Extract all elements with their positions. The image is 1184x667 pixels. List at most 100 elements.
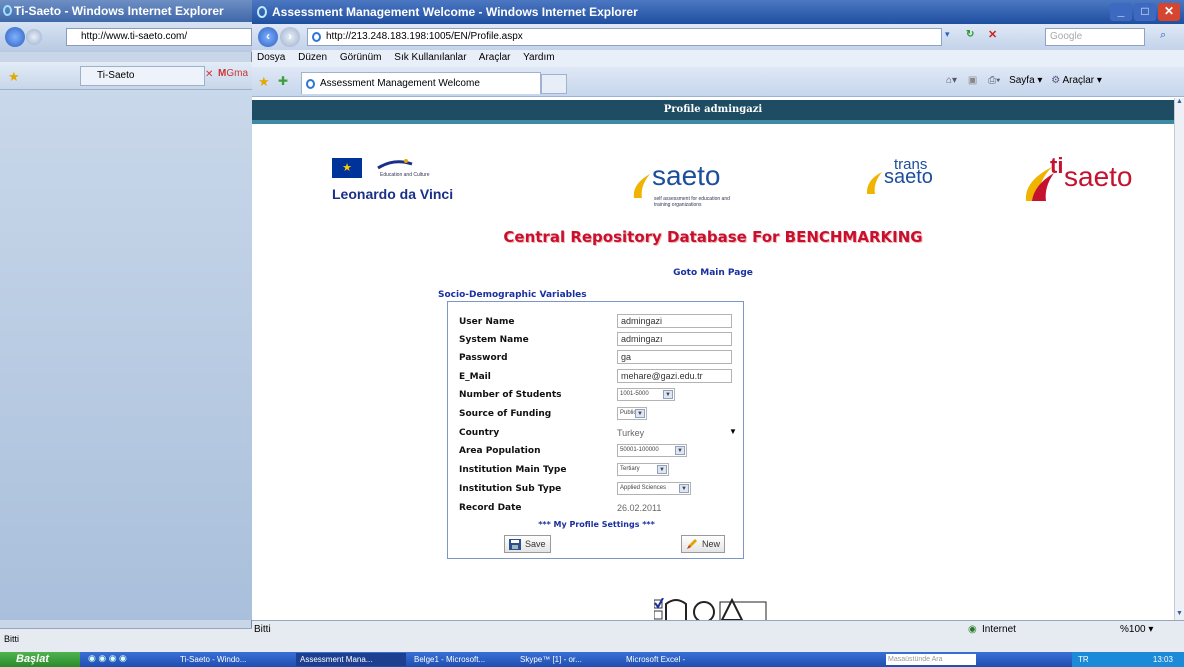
save-button[interactable]: Save — [504, 535, 551, 553]
minimize-button[interactable]: _ — [1110, 3, 1132, 21]
chevron-down-icon: ▼ — [679, 484, 689, 493]
desktop-search-input[interactable]: Masaüstünde Ara — [886, 654, 976, 665]
background-window-titlebar[interactable]: Ti-Saeto - Windows Internet Explorer — [0, 0, 252, 22]
sub-type-select[interactable]: Applied Sciences ▼ — [617, 482, 691, 495]
taskbar-item-label: Ti-Saeto - Windo... — [180, 655, 247, 664]
taskbar-item-word[interactable]: Belge1 - Microsoft... — [414, 653, 514, 666]
background-tab-tisaeto[interactable]: Ti-Saeto — [80, 66, 205, 86]
zoom-control[interactable]: %100 ▾ — [1120, 624, 1153, 635]
trans-saeto-wordmark: saeto — [884, 166, 933, 188]
country-select[interactable]: Turkey — [617, 428, 644, 438]
add-favorite-icon[interactable]: ✚ — [278, 74, 288, 88]
menu-file[interactable]: Dosya — [257, 52, 285, 63]
search-input[interactable]: Google — [1045, 28, 1145, 46]
menu-bar: Dosya Düzen Görünüm Sık Kullanılanlar Ar… — [252, 50, 1184, 67]
forward-button[interactable]: › — [280, 27, 300, 47]
main-type-value: Tertiary — [620, 466, 640, 472]
students-select[interactable]: 1001-5000 ▼ — [617, 388, 675, 401]
close-tab-icon[interactable]: ✕ — [205, 69, 213, 80]
page-menu[interactable]: Sayfa ▾ — [1009, 75, 1042, 86]
funding-select[interactable]: Public ▼ — [617, 407, 647, 420]
goto-main-page-link[interactable]: Goto Main Page — [252, 268, 1174, 278]
back-icon[interactable] — [5, 27, 25, 47]
vertical-scrollbar[interactable]: ▲ ▼ — [1174, 98, 1184, 620]
population-select[interactable]: 50001-100000 ▼ — [617, 444, 687, 457]
menu-help[interactable]: Yardım — [523, 52, 555, 63]
main-type-label: Institution Main Type — [459, 465, 567, 475]
save-label: Save — [525, 539, 546, 549]
clock[interactable]: 13:03 — [1153, 655, 1173, 664]
students-label: Number of Students — [459, 390, 562, 400]
password-label: Password — [459, 353, 508, 363]
maximize-button[interactable]: □ — [1134, 3, 1156, 21]
print-icon[interactable]: ⎙▾ — [988, 75, 1000, 86]
back-button[interactable]: ‹ — [258, 27, 278, 47]
record-date-label: Record Date — [459, 503, 522, 513]
tools-menu[interactable]: ⚙ Araçlar ▾ — [1051, 75, 1102, 86]
system-name-input[interactable]: admingazı — [617, 332, 732, 346]
saeto-swoosh-icon — [633, 174, 650, 198]
profile-banner: Profile admingazi — [252, 100, 1174, 120]
dropdown-chevron-down-icon[interactable]: ▾ — [945, 29, 961, 45]
profile-settings-title: *** My Profile Settings *** — [538, 520, 655, 529]
web-page: Profile admingazi ★ Education and Cultur… — [252, 98, 1174, 620]
page-title: Central Repository Database For BENCHMAR… — [503, 228, 923, 246]
menu-favorites[interactable]: Sık Kullanılanlar — [394, 52, 466, 63]
menu-tools[interactable]: Araçlar — [479, 52, 511, 63]
user-name-input[interactable]: admingazi — [617, 314, 732, 328]
taskbar-item-excel[interactable]: Microsoft Excel - — [626, 653, 726, 666]
goto-main-page-text: Goto Main Page — [673, 268, 753, 278]
tab-assessment-management[interactable]: Assessment Management Welcome — [301, 72, 541, 94]
taskbar-item-assessment[interactable]: Assessment Mana... — [296, 653, 406, 666]
new-button[interactable]: New — [681, 535, 726, 553]
feeds-icon[interactable]: ▣ — [968, 75, 977, 86]
page-icon — [312, 32, 321, 42]
background-address-field[interactable]: http://www.ti-saeto.com/ — [66, 28, 252, 46]
taskbar-item-tisaeto[interactable]: Ti-Saeto - Windo... — [180, 653, 290, 666]
taskbar-item-skype[interactable]: Skype™ [1] - or... — [520, 653, 620, 666]
refresh-icon[interactable]: ↻ — [966, 29, 974, 40]
start-button[interactable]: Başlat — [0, 652, 80, 667]
ie-icon — [257, 6, 267, 18]
forward-icon[interactable] — [26, 29, 42, 45]
chevron-down-icon: ▼ — [675, 446, 685, 455]
taskbar-item-label: Skype™ [1] - or... — [520, 655, 582, 664]
scroll-up-icon[interactable]: ▲ — [1175, 98, 1184, 108]
main-window-titlebar[interactable]: Assessment Management Welcome - Windows … — [252, 0, 1184, 24]
saeto-wordmark: saeto — [652, 160, 721, 191]
background-status-text: Bitti — [4, 634, 20, 644]
address-field[interactable]: http://213.248.183.198:1005/EN/Profile.a… — [307, 28, 942, 46]
leonardo-name: Leonardo da Vinci — [332, 186, 454, 202]
gmail-tab[interactable]: MGma — [218, 68, 248, 79]
background-tab-label: Ti-Saeto — [97, 70, 135, 81]
scroll-down-icon[interactable]: ▼ — [1175, 610, 1184, 620]
email-label: E_Mail — [459, 372, 491, 382]
ie-icon — [3, 5, 12, 16]
taskbar-item-label: Microsoft Excel - — [626, 655, 686, 664]
chevron-down-icon[interactable]: ▼ — [729, 427, 737, 436]
quick-launch-icons[interactable]: ◉ ◉ ◉ ◉ — [88, 653, 127, 664]
country-label: Country — [459, 428, 500, 438]
new-tab-button[interactable] — [541, 74, 567, 94]
favorites-star-icon[interactable]: ★ — [258, 74, 270, 90]
record-date-value: 26.02.2011 — [617, 503, 662, 513]
taskbar-item-label: Assessment Mana... — [300, 655, 373, 664]
password-input[interactable]: ga — [617, 350, 732, 364]
background-ie-window[interactable]: Ti-Saeto - Windows Internet Explorer htt… — [0, 0, 252, 652]
main-ie-window[interactable]: Assessment Management Welcome - Windows … — [252, 0, 1184, 652]
email-input[interactable]: mehare@gazi.edu.tr — [617, 369, 732, 383]
home-icon[interactable]: ⌂▾ — [946, 75, 957, 86]
population-value: 50001-100000 — [620, 447, 659, 453]
stop-icon[interactable]: ✕ — [988, 28, 997, 41]
language-indicator[interactable]: TR — [1078, 655, 1089, 664]
favorites-star-icon[interactable]: ★ — [8, 69, 20, 85]
menu-view[interactable]: Görünüm — [340, 52, 382, 63]
close-button[interactable]: ✕ — [1158, 3, 1180, 21]
page-menu-label: Sayfa — [1009, 75, 1035, 86]
chevron-down-icon: ▼ — [657, 465, 667, 474]
status-bar: Bitti ◉ Internet %100 ▾ — [252, 620, 1184, 652]
menu-edit[interactable]: Düzen — [298, 52, 327, 63]
search-icon[interactable]: ⌕ — [1160, 29, 1166, 42]
security-zone: Internet — [982, 624, 1016, 635]
main-type-select[interactable]: Tertiary ▼ — [617, 463, 669, 476]
